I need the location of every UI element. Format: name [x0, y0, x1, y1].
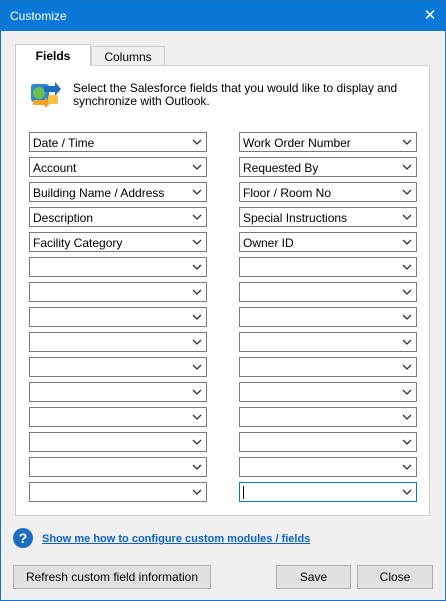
chevron-down-icon[interactable]: [401, 184, 413, 200]
chevron-down-icon[interactable]: [191, 434, 203, 450]
right-field-select-6[interactable]: [239, 257, 417, 277]
chevron-down-icon[interactable]: [191, 209, 203, 225]
left-field-select-6[interactable]: [29, 257, 207, 277]
left-field-select-14[interactable]: [29, 457, 207, 477]
chevron-down-icon[interactable]: [401, 409, 413, 425]
left-field-select-10[interactable]: [29, 357, 207, 377]
left-field-select-9[interactable]: [29, 332, 207, 352]
left-field-select-15[interactable]: [29, 482, 207, 502]
chevron-down-icon[interactable]: [191, 259, 203, 275]
chevron-down-icon[interactable]: [191, 384, 203, 400]
field-select-value: Date / Time: [33, 136, 95, 150]
panel-description: Select the Salesforce fields that you wo…: [73, 82, 413, 108]
tab-fields[interactable]: Fields: [15, 44, 91, 66]
right-field-select-11[interactable]: [239, 382, 417, 402]
chevron-down-icon[interactable]: [401, 234, 413, 250]
save-button[interactable]: Save: [276, 565, 351, 589]
customize-dialog: Customize ✕ Fields Columns Select the Sa…: [0, 0, 446, 601]
field-select-value: Work Order Number: [243, 136, 351, 150]
right-field-select-10[interactable]: [239, 357, 417, 377]
chevron-down-icon[interactable]: [401, 334, 413, 350]
left-field-select-13[interactable]: [29, 432, 207, 452]
right-field-select-2[interactable]: Requested By: [239, 157, 417, 177]
right-field-select-4[interactable]: Special Instructions: [239, 207, 417, 227]
chevron-down-icon[interactable]: [401, 259, 413, 275]
field-select-value: Account: [33, 161, 77, 175]
description-line-2: synchronize with Outlook.: [73, 94, 210, 108]
close-icon: ✕: [423, 7, 437, 24]
chevron-down-icon[interactable]: [191, 159, 203, 175]
help-link[interactable]: Show me how to configure custom modules …: [42, 533, 310, 545]
chevron-down-icon[interactable]: [401, 359, 413, 375]
field-select-value: Description: [33, 211, 94, 225]
chevron-down-icon[interactable]: [191, 459, 203, 475]
right-field-select-3[interactable]: Floor / Room No: [239, 182, 417, 202]
close-window-button[interactable]: ✕: [415, 1, 445, 31]
title-bar: Customize ✕: [1, 1, 445, 31]
left-field-select-7[interactable]: [29, 282, 207, 302]
chevron-down-icon[interactable]: [401, 159, 413, 175]
chevron-down-icon[interactable]: [191, 484, 203, 500]
right-field-select-9[interactable]: [239, 332, 417, 352]
chevron-down-icon[interactable]: [401, 459, 413, 475]
field-select-value: Facility Category: [33, 236, 123, 250]
right-field-select-15[interactable]: [239, 482, 417, 502]
field-select-value: Building Name / Address: [33, 186, 165, 200]
chevron-down-icon[interactable]: [191, 134, 203, 150]
left-field-select-8[interactable]: [29, 307, 207, 327]
left-field-select-12[interactable]: [29, 407, 207, 427]
refresh-button[interactable]: Refresh custom field information: [13, 565, 211, 589]
window-title: Customize: [10, 9, 67, 23]
right-field-select-7[interactable]: [239, 282, 417, 302]
field-select-value: Special Instructions: [243, 211, 348, 225]
text-caret: [243, 486, 244, 499]
right-field-select-14[interactable]: [239, 457, 417, 477]
field-select-value: Requested By: [243, 161, 319, 175]
left-field-select-4[interactable]: Description: [29, 207, 207, 227]
left-field-select-1[interactable]: Date / Time: [29, 132, 207, 152]
chevron-down-icon[interactable]: [401, 384, 413, 400]
chevron-down-icon[interactable]: [401, 484, 413, 500]
chevron-down-icon[interactable]: [401, 434, 413, 450]
chevron-down-icon[interactable]: [191, 334, 203, 350]
chevron-down-icon[interactable]: [191, 409, 203, 425]
chevron-down-icon[interactable]: [191, 184, 203, 200]
left-field-select-11[interactable]: [29, 382, 207, 402]
chevron-down-icon[interactable]: [401, 309, 413, 325]
right-field-select-8[interactable]: [239, 307, 417, 327]
chevron-down-icon[interactable]: [401, 209, 413, 225]
sync-arrows-icon: [31, 82, 61, 108]
left-field-select-5[interactable]: Facility Category: [29, 232, 207, 252]
chevron-down-icon[interactable]: [191, 284, 203, 300]
field-select-value: Floor / Room No: [243, 186, 332, 200]
left-field-select-3[interactable]: Building Name / Address: [29, 182, 207, 202]
tab-columns[interactable]: Columns: [91, 46, 165, 67]
chevron-down-icon[interactable]: [191, 309, 203, 325]
close-button[interactable]: Close: [357, 565, 433, 589]
chevron-down-icon[interactable]: [191, 234, 203, 250]
chevron-down-icon[interactable]: [401, 284, 413, 300]
chevron-down-icon[interactable]: [191, 359, 203, 375]
right-field-select-12[interactable]: [239, 407, 417, 427]
question-circle-icon[interactable]: ?: [13, 528, 33, 548]
right-field-select-5[interactable]: Owner ID: [239, 232, 417, 252]
right-field-select-13[interactable]: [239, 432, 417, 452]
left-field-select-2[interactable]: Account: [29, 157, 207, 177]
field-select-value: Owner ID: [243, 236, 294, 250]
chevron-down-icon[interactable]: [401, 134, 413, 150]
right-field-select-1[interactable]: Work Order Number: [239, 132, 417, 152]
